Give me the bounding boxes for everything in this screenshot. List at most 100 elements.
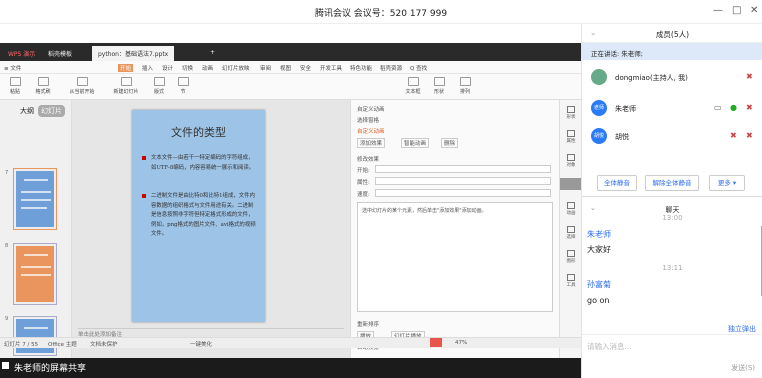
member-actions: 全体静音 解除全体静音 更多 ▾	[582, 171, 762, 197]
slide-bullet: 文本文件—由若干一特定编码的字符组成，如UTF-8编码，内容容易统一展示和阅读。	[142, 154, 257, 173]
member-name: dongmiao(主持人, 我)	[615, 74, 688, 82]
menu-review[interactable]: 审阅	[260, 64, 271, 72]
layout-button[interactable]: 版式	[146, 77, 172, 95]
wps-tab-docer[interactable]: 稻壳模板	[42, 46, 78, 61]
rt-graphic[interactable]: 图形	[563, 250, 579, 264]
wps-statusbar: 幻灯片 7 / 55 Office 主题 文档未保护 一键美化 47%	[0, 337, 581, 348]
notes-pane[interactable]: 单击此处添加备注	[78, 328, 344, 338]
arrange-button[interactable]: 排列	[452, 77, 478, 95]
screen-share-icon: ▭	[714, 103, 722, 112]
unmute-all-button[interactable]: 解除全体静音	[645, 175, 699, 191]
close-button[interactable]: ✕	[750, 5, 758, 16]
collapse-tab[interactable]	[560, 178, 581, 190]
smart-animation-button[interactable]: 智能动画	[401, 138, 430, 148]
shape-button[interactable]: 形状	[426, 77, 452, 95]
menu-features[interactable]: 特色功能	[350, 64, 372, 72]
chat-timestamp: 13:00	[662, 214, 683, 222]
shape-icon	[567, 106, 575, 113]
screen-share-bar: 朱老师的屏幕共享	[0, 358, 581, 378]
play-icon	[76, 77, 88, 86]
maximize-button[interactable]: □	[732, 5, 741, 16]
menu-slideshow[interactable]: 幻灯片放映	[222, 64, 250, 72]
property-select[interactable]	[375, 177, 551, 185]
section-button[interactable]: 节	[170, 77, 196, 95]
minimize-button[interactable]: —	[713, 5, 723, 16]
rt-select[interactable]: 选择	[563, 226, 579, 240]
rt-property[interactable]: 属性	[563, 130, 579, 144]
menu-start[interactable]: 开始	[118, 64, 134, 72]
wps-window: WPS 演示 稻壳模板 python：基础语法7.pptx + ≡ 文件 开始 …	[0, 43, 581, 358]
start-select[interactable]	[375, 165, 551, 173]
thumb-number: 7	[5, 170, 9, 176]
selection-pane-link[interactable]: 选择窗格	[357, 116, 379, 124]
menu-file[interactable]: ≡ 文件	[4, 64, 21, 72]
wps-tab-pptx[interactable]: python：基础语法7.pptx	[92, 46, 175, 61]
new-slide-button[interactable]: 新建幻灯片	[108, 77, 144, 95]
zoom-level[interactable]: 47%	[455, 340, 467, 346]
paste-button[interactable]: 粘贴	[2, 77, 28, 95]
menu-animation[interactable]: 动画	[202, 64, 213, 72]
more-button[interactable]: 更多 ▾	[709, 175, 745, 191]
member-row[interactable]: dongmiao(主持人, 我) ✖	[582, 63, 762, 90]
member-name: 胡悦	[615, 133, 629, 141]
wps-toolbar: 粘贴 格式刷 从当前开始 新建幻灯片 版式 节 文本框 形状 排列	[0, 74, 581, 100]
menu-design[interactable]: 设计	[162, 64, 173, 72]
menu-insert[interactable]: 插入	[142, 64, 153, 72]
slide-thumbnail[interactable]	[13, 243, 57, 305]
mic-muted-icon[interactable]: ✖	[730, 131, 737, 140]
custom-animation-tab[interactable]: 自定义动画	[357, 127, 385, 135]
chevron-down-icon[interactable]: ⌄	[590, 28, 596, 37]
rt-shape[interactable]: 形状	[563, 106, 579, 120]
format-painter-button[interactable]: 格式刷	[30, 77, 56, 95]
status-protect[interactable]: 文档未保护	[90, 340, 118, 348]
avatar	[591, 69, 607, 85]
mic-on-icon[interactable]: ●	[730, 103, 737, 112]
menu-view[interactable]: 视图	[280, 64, 291, 72]
current-slide[interactable]: 文件的类型 文本文件—由若干一特定编码的字符组成，如UTF-8编码，内容容易统一…	[132, 110, 265, 322]
textbox-button[interactable]: 文本框	[400, 77, 426, 95]
play-from-current-button[interactable]: 从当前开始	[62, 77, 102, 95]
new-slide-label: 新建幻灯片	[113, 89, 139, 95]
thumb-number: 9	[5, 316, 9, 322]
menu-transition[interactable]: 切换	[182, 64, 193, 72]
menu-devtools[interactable]: 开发工具	[320, 64, 342, 72]
beautify-button[interactable]: 一键美化	[190, 340, 212, 348]
popout-chat-button[interactable]: 独立弹出	[728, 324, 756, 334]
menu-docer[interactable]: 稻壳资源	[380, 64, 402, 72]
tab-slides[interactable]: 幻灯片	[38, 105, 65, 117]
rt-tools[interactable]: 工具	[563, 274, 579, 288]
speed-select[interactable]	[375, 189, 551, 197]
mute-all-button[interactable]: 全体静音	[597, 175, 637, 191]
wps-tab-add[interactable]: +	[204, 46, 221, 61]
chat-input[interactable]: 请输入消息... 发送(S)	[582, 334, 762, 378]
menu-search[interactable]: Q 查找	[410, 64, 427, 72]
add-effect-button[interactable]: 添加效果	[357, 138, 386, 148]
camera-off-icon[interactable]: ✖	[746, 103, 753, 112]
slide-title: 文件的类型	[171, 126, 226, 139]
member-row[interactable]: 老师 朱老师 ▭ ● ✖	[582, 94, 762, 121]
new-slide-icon	[120, 77, 132, 86]
property-icon	[567, 130, 575, 137]
rt-object[interactable]: 对象	[563, 154, 579, 168]
animation-icon	[567, 202, 575, 209]
animation-list[interactable]: 选中幻灯片的某个元素，然后单击"添加效果"添加动画。	[357, 202, 553, 312]
mic-muted-icon[interactable]: ✖	[746, 72, 753, 81]
slide-thumbnail[interactable]	[13, 168, 57, 230]
menu-security[interactable]: 安全	[300, 64, 311, 72]
screen-share-icon	[2, 362, 9, 369]
send-button[interactable]: 发送(S)	[731, 363, 755, 373]
chevron-down-icon[interactable]: ⌄	[590, 204, 596, 212]
tab-outline[interactable]: 大纲	[20, 106, 34, 116]
animation-hint: 选中幻灯片的某个元素，然后单击"添加效果"添加动画。	[362, 208, 487, 214]
slideshow-play-button[interactable]	[430, 338, 442, 347]
camera-off-icon[interactable]: ✖	[746, 131, 753, 140]
status-page: 幻灯片 7 / 55	[4, 342, 39, 348]
rt-animation[interactable]: 动画	[563, 202, 579, 216]
meeting-side-panel: 成员(5人) ⌄ 正在讲话: 朱老师; dongmiao(主持人, 我) ✖ 老师朱…	[581, 24, 762, 378]
slide-thumbnail[interactable]	[13, 316, 57, 356]
wps-tab-home[interactable]: WPS 演示	[2, 46, 41, 61]
window-titlebar: 腾讯会议 会议号：520 177 999 — □ ✕	[0, 0, 762, 24]
speaking-indicator: 正在讲话: 朱老师;	[582, 43, 762, 60]
delete-effect-button[interactable]: 删除	[441, 138, 459, 148]
member-row[interactable]: 胡悦 胡悦 ✖ ✖	[582, 122, 762, 149]
